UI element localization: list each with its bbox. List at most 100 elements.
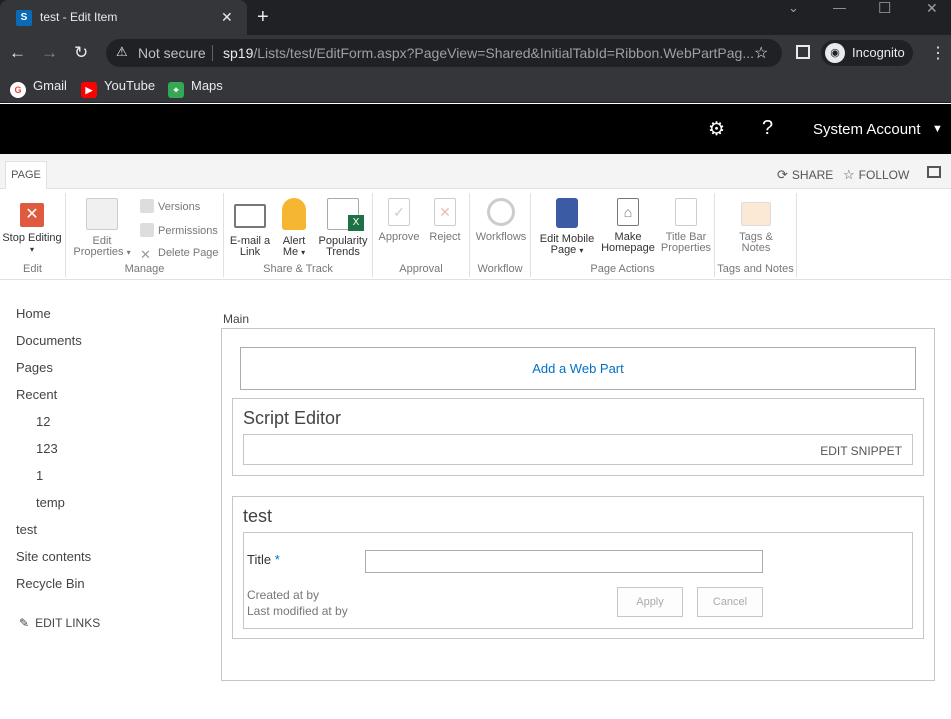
nav-site-contents[interactable]: Site contents xyxy=(16,549,91,564)
approve-button[interactable]: ✓ Approve xyxy=(377,198,421,243)
approve-icon: ✓ xyxy=(388,198,410,226)
popularity-trends-button[interactable]: X Popularity Trends xyxy=(316,198,370,258)
tab-page[interactable]: PAGE xyxy=(5,161,47,189)
required-marker: * xyxy=(274,552,280,567)
caret-down-icon[interactable]: ▼ xyxy=(932,123,943,135)
maximize-icon[interactable]: ☐ xyxy=(878,0,891,17)
nav-test[interactable]: test xyxy=(16,522,37,537)
gmail-icon: G xyxy=(10,82,26,98)
versions-button[interactable]: Versions xyxy=(140,199,200,213)
delete-icon: ✕ xyxy=(140,247,151,262)
nav-pages[interactable]: Pages xyxy=(16,360,53,375)
bookmark-star-icon[interactable]: ☆ xyxy=(754,43,768,63)
nav-documents[interactable]: Documents xyxy=(16,333,82,348)
divider xyxy=(212,45,213,61)
nav-recent[interactable]: Recent xyxy=(16,387,57,402)
new-tab-icon[interactable]: + xyxy=(257,6,269,29)
minimize-icon[interactable]: — xyxy=(833,0,846,15)
title-bar-properties-button[interactable]: Title Bar Properties xyxy=(659,198,713,254)
title-field-label: Title * xyxy=(247,552,280,567)
reload-icon[interactable]: ↻ xyxy=(74,43,88,63)
stop-editing-button[interactable]: ✕ Stop Editing ▾ xyxy=(2,203,62,255)
apply-button[interactable]: Apply xyxy=(617,587,683,617)
cancel-button[interactable]: Cancel xyxy=(697,587,763,617)
browser-tab[interactable]: S test - Edit Item ✕ xyxy=(0,0,247,35)
url-text: sp19/Lists/test/EditForm.aspx?PageView=S… xyxy=(223,45,754,61)
tab-title: test - Edit Item xyxy=(40,10,118,24)
snippet-box: EDIT SNIPPET xyxy=(243,434,913,465)
group-label-page-actions: Page Actions xyxy=(590,263,655,275)
group-label-manage: Manage xyxy=(124,263,165,275)
homepage-icon: ⌂ xyxy=(617,198,639,226)
url-path: /Lists/test/EditForm.aspx?PageView=Share… xyxy=(253,45,755,61)
profile-chip[interactable]: ◉ Incognito xyxy=(821,40,913,66)
mobile-icon xyxy=(556,198,578,228)
sharepoint-favicon-icon: S xyxy=(16,10,32,26)
settings-gear-icon[interactable]: ⚙ xyxy=(708,118,725,141)
email-link-button[interactable]: E-mail a Link xyxy=(228,198,272,258)
window-close-icon[interactable]: ✕ xyxy=(926,0,938,17)
make-homepage-button[interactable]: ⌂ Make Homepage xyxy=(599,198,657,254)
address-bar[interactable]: ⚠ Not secure sp19/Lists/test/EditForm.as… xyxy=(106,39,782,67)
stop-editing-icon: ✕ xyxy=(20,203,44,227)
ribbon-group-approval: ✓ Approve ✕ Reject Approval xyxy=(373,193,470,277)
edit-properties-icon xyxy=(86,198,118,230)
workflow-icon xyxy=(487,198,515,226)
share-icon: ⟳ xyxy=(777,167,788,182)
chevron-down-icon[interactable]: ⌄ xyxy=(788,0,799,16)
group-label-tags-notes: Tags and Notes xyxy=(717,263,794,275)
nav-recycle-bin[interactable]: Recycle Bin xyxy=(16,576,85,591)
bookmark-youtube[interactable]: ▶ YouTube xyxy=(81,78,155,98)
created-info: Created at by xyxy=(247,588,320,602)
bookmark-maps[interactable]: ⌖ Maps xyxy=(168,78,223,98)
bell-icon xyxy=(282,198,306,230)
tab-close-icon[interactable]: ✕ xyxy=(221,9,233,26)
nav-recent-item[interactable]: 123 xyxy=(36,441,58,456)
back-icon[interactable]: ← xyxy=(9,43,26,63)
pencil-icon: ✎ xyxy=(19,616,30,630)
workflows-button[interactable]: Workflows xyxy=(474,198,528,243)
list-form-title: test xyxy=(243,506,273,526)
permissions-icon xyxy=(140,223,154,237)
nav-recent-item[interactable]: 1 xyxy=(36,468,43,483)
group-label-approval: Approval xyxy=(399,263,443,275)
share-button[interactable]: ⟳ SHARE xyxy=(777,167,833,183)
tags-notes-button[interactable]: Tags & Notes xyxy=(725,198,787,254)
nav-home[interactable]: Home xyxy=(16,306,51,321)
delete-page-button[interactable]: ✕ Delete Page xyxy=(140,247,219,262)
reject-button[interactable]: ✕ Reject xyxy=(425,198,465,243)
group-label-share-track: Share & Track xyxy=(263,263,333,275)
suite-bar: ⚙ ? System Account ▼ xyxy=(0,104,951,154)
permissions-button[interactable]: Permissions xyxy=(140,223,218,237)
warning-icon: ⚠ xyxy=(116,44,128,59)
bookmarks-bar: G Gmail ▶ YouTube ⌖ Maps xyxy=(0,71,951,103)
ribbon-group-page-actions: Edit Mobile Page ▾ ⌂ Make Homepage Title… xyxy=(531,193,715,277)
edit-properties-button[interactable]: Edit Properties ▾ xyxy=(68,198,136,258)
side-panel-icon[interactable] xyxy=(796,45,810,59)
ribbon-group-workflow: Workflows Workflow xyxy=(470,193,531,277)
ribbon-tab-row: PAGE ⟳ SHARE ☆ FOLLOW xyxy=(0,154,951,189)
maps-icon: ⌖ xyxy=(168,82,184,98)
title-input[interactable] xyxy=(365,550,763,573)
follow-button[interactable]: ☆ FOLLOW xyxy=(843,167,909,183)
forward-icon[interactable]: → xyxy=(41,43,58,63)
edit-snippet-button[interactable]: EDIT SNIPPET xyxy=(820,444,902,458)
help-icon[interactable]: ? xyxy=(762,117,773,140)
nav-recent-item[interactable]: temp xyxy=(36,495,65,510)
add-web-part-link[interactable]: Add a Web Part xyxy=(240,347,916,390)
bookmark-gmail[interactable]: G Gmail xyxy=(10,78,67,98)
ribbon: ✕ Stop Editing ▾ Edit Edit Properties ▾ … xyxy=(0,189,951,280)
title-bar-icon xyxy=(675,198,697,226)
edit-links-button[interactable]: ✎ EDIT LINKS xyxy=(19,616,100,630)
versions-icon xyxy=(140,199,154,213)
focus-on-content-icon[interactable] xyxy=(927,166,941,178)
user-menu[interactable]: System Account xyxy=(813,121,921,138)
ribbon-group-edit: ✕ Stop Editing ▾ Edit xyxy=(0,193,66,277)
reject-icon: ✕ xyxy=(434,198,456,226)
alert-me-button[interactable]: Alert Me ▾ xyxy=(276,198,312,258)
nav-recent-item[interactable]: 12 xyxy=(36,414,50,429)
menu-kebab-icon[interactable]: ⋮ xyxy=(930,43,946,63)
incognito-icon: ◉ xyxy=(825,43,845,63)
ribbon-group-tags-notes: Tags & Notes Tags and Notes xyxy=(715,193,797,277)
edit-mobile-page-button[interactable]: Edit Mobile Page ▾ xyxy=(537,198,597,256)
